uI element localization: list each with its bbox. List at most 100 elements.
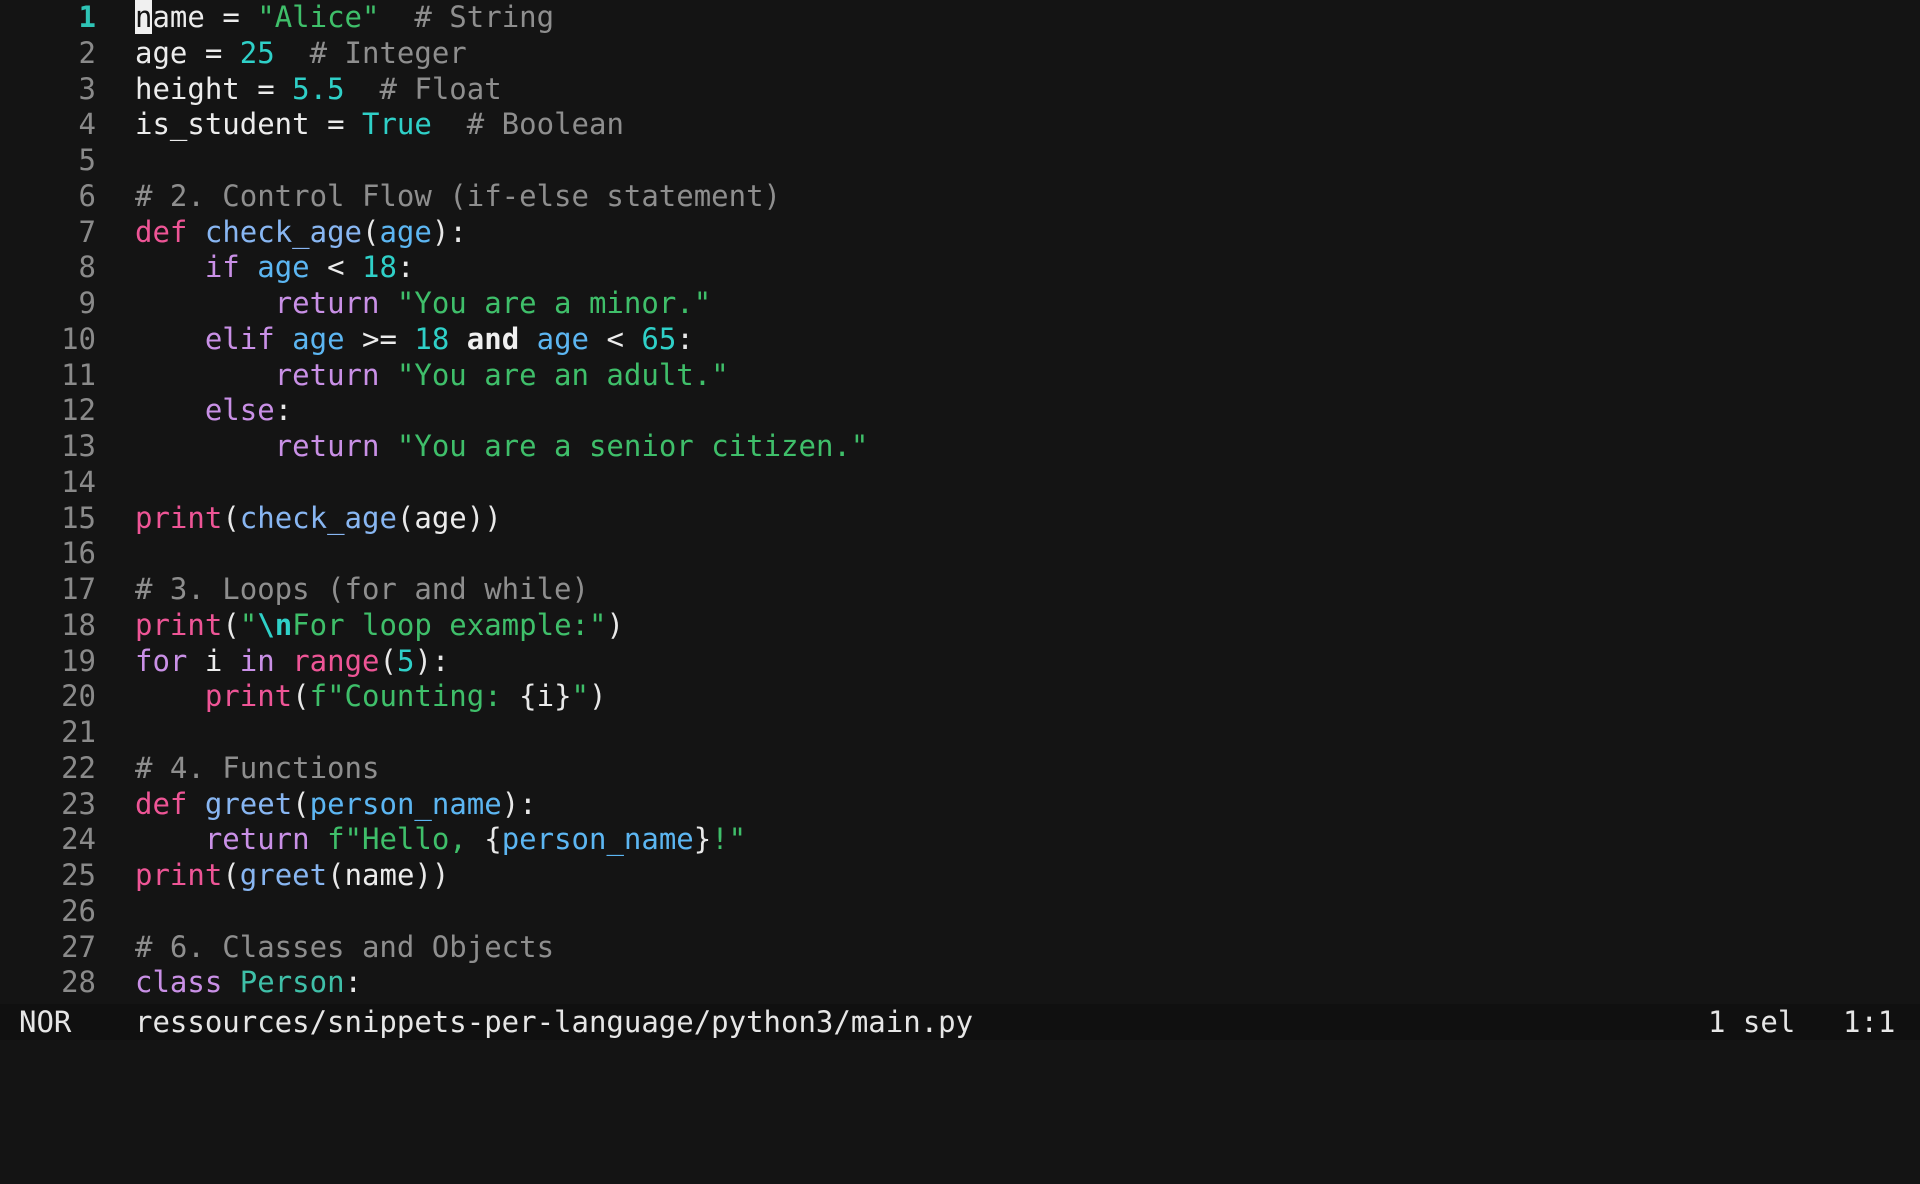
code-token: For loop example:" [292, 607, 607, 642]
code-text[interactable]: return "You are an adult." [135, 358, 729, 394]
file-path: ressources/snippets-per-language/python3… [135, 1005, 974, 1039]
code-text[interactable]: if age < 18: [135, 250, 415, 286]
code-text[interactable]: return "You are a minor." [135, 286, 712, 322]
code-text[interactable]: return f"Hello, {person_name}!" [135, 822, 746, 858]
code-text[interactable]: for i in range(5): [135, 644, 449, 680]
line-number: 25 [61, 858, 96, 892]
code-line[interactable]: 27 # 6. Classes and Objects [0, 930, 1920, 966]
code-text[interactable]: def check_age(age): [135, 215, 467, 251]
code-line[interactable]: 16 [0, 536, 1920, 572]
code-line[interactable]: 14 [0, 465, 1920, 501]
code-editor[interactable]: 1 name = "Alice" # String 2 age = 25 # Inte… [0, 0, 1920, 1004]
code-token: age [292, 321, 345, 356]
code-text[interactable]: print(check_age(age)) [135, 501, 502, 537]
code-line[interactable]: 17 # 3. Loops (for and while) [0, 572, 1920, 608]
code-line[interactable]: 4 is_student = True # Boolean [0, 107, 1920, 143]
code-token: # Float [379, 71, 502, 106]
code-token: # 3. Loops (for and while) [135, 572, 589, 606]
code-token: f"Counting: [309, 679, 520, 714]
code-line[interactable]: 23 def greet(person_name): [0, 787, 1920, 823]
code-line[interactable]: 24 return f"Hello, {person_name}!" [0, 822, 1920, 858]
code-text[interactable]: age = 25 # Integer [135, 36, 467, 72]
code-token: 65 [641, 321, 677, 356]
code-line[interactable]: 10 elif age >= 18 and age < 65: [0, 322, 1920, 358]
code-token: return [274, 357, 380, 392]
line-number: 23 [61, 786, 96, 821]
code-token: "Alice" [257, 0, 380, 34]
command-line[interactable] [0, 1040, 1920, 1080]
code-line[interactable]: 19 for i in range(5): [0, 644, 1920, 680]
code-token: # String [414, 0, 555, 34]
code-line[interactable]: 25 print(greet(name)) [0, 858, 1920, 894]
code-text[interactable]: print("\nFor loop example:") [135, 608, 624, 644]
code-token: = [204, 0, 258, 34]
code-token: def [135, 214, 188, 249]
code-token: !" [711, 822, 747, 857]
code-token: )) [466, 500, 502, 535]
code-line[interactable]: 5 [0, 143, 1920, 179]
code-text[interactable]: # 4. Functions [135, 751, 379, 787]
code-text[interactable]: def greet(person_name): [135, 787, 537, 823]
line-number: 8 [78, 250, 96, 285]
code-text[interactable]: # 3. Loops (for and while) [135, 572, 589, 608]
code-token: : [396, 250, 415, 285]
code-token: { [519, 679, 537, 714]
code-token: and [466, 321, 520, 356]
code-line[interactable]: 11 return "You are an adult." [0, 358, 1920, 394]
code-text[interactable]: print(f"Counting: {i}") [135, 679, 607, 715]
code-text[interactable]: elif age >= 18 and age < 65: [135, 322, 694, 358]
code-token: age [536, 321, 590, 356]
code-line[interactable]: 6 # 2. Control Flow (if-else statement) [0, 179, 1920, 215]
code-text[interactable]: name = "Alice" # String [135, 0, 554, 36]
status-bar: NOR ressources/snippets-per-language/pyt… [0, 1004, 1920, 1040]
code-text[interactable]: return "You are a senior citizen." [135, 429, 869, 465]
code-line[interactable]: 8 if age < 18: [0, 250, 1920, 286]
code-line[interactable]: 7 def check_age(age): [0, 215, 1920, 251]
code-text[interactable]: print(greet(name)) [135, 858, 449, 894]
code-token: { [484, 822, 502, 857]
code-line[interactable]: 2 age = 25 # Integer [0, 36, 1920, 72]
code-line[interactable]: 26 [0, 894, 1920, 930]
code-text[interactable]: height = 5.5 # Float [135, 72, 502, 108]
code-token: # Integer [309, 35, 467, 70]
code-token: ( [222, 858, 240, 892]
code-token: "You are an adult." [396, 357, 729, 392]
line-number: 22 [61, 750, 96, 785]
code-text[interactable]: class Person: [135, 965, 362, 1001]
code-line[interactable]: 9 return "You are a minor." [0, 286, 1920, 322]
line-number: 18 [61, 607, 96, 642]
code-line[interactable]: 18 print("\nFor loop example:") [0, 608, 1920, 644]
code-line[interactable]: 12 else: [0, 393, 1920, 429]
code-token: = [309, 107, 362, 142]
code-line[interactable]: 21 [0, 715, 1920, 751]
code-token: = [187, 35, 240, 70]
line-number: 6 [78, 178, 96, 213]
code-text[interactable]: else: [135, 393, 292, 429]
code-token: print [135, 607, 223, 642]
code-token: ( [327, 858, 345, 892]
line-number: 16 [61, 536, 96, 571]
code-line[interactable]: 3 height = 5.5 # Float [0, 72, 1920, 108]
code-line[interactable]: 13 return "You are a senior citizen." [0, 429, 1920, 465]
code-text[interactable]: # 6. Classes and Objects [135, 930, 554, 966]
code-line[interactable]: 20 print(f"Counting: {i}") [0, 679, 1920, 715]
code-line[interactable]: 15 print(check_age(age)) [0, 501, 1920, 537]
code-line[interactable]: 1 name = "Alice" # String [0, 0, 1920, 36]
line-number: 1 [78, 0, 96, 34]
line-number: 5 [78, 143, 96, 177]
line-number: 11 [61, 357, 96, 392]
code-line[interactable]: 28 class Person: [0, 965, 1920, 1001]
code-token: >= [344, 321, 415, 356]
code-token: ( [292, 786, 310, 821]
code-text[interactable]: # 2. Control Flow (if-else statement) [135, 179, 781, 215]
code-token: = [239, 71, 293, 106]
line-number: 26 [61, 893, 96, 928]
code-text[interactable]: is_student = True # Boolean [135, 107, 624, 143]
code-line[interactable]: 22 # 4. Functions [0, 751, 1920, 787]
code-token: return [274, 286, 380, 320]
